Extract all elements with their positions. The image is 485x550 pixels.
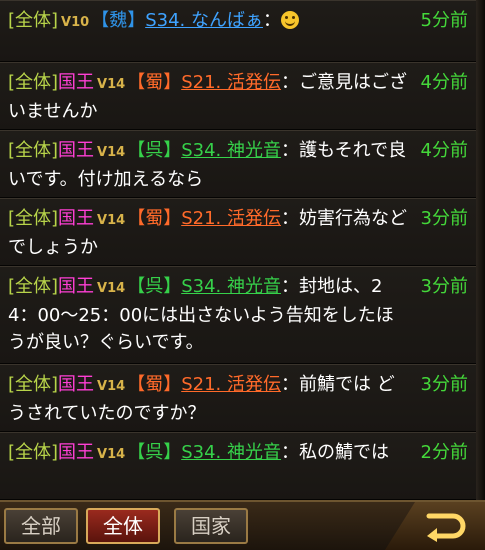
rank-tag: 国王 bbox=[58, 276, 95, 297]
message-body: [全体]国王 V14 【蜀】S21. 活発伝：前鯖では どうされていたのですか？ bbox=[8, 371, 468, 427]
vip-level: V14 bbox=[97, 77, 126, 92]
message-time: 4分前 bbox=[420, 140, 468, 161]
message-body: [全体]国王 V14 【呉】S34. 神光音：私の鯖では bbox=[8, 439, 468, 468]
smiley-icon bbox=[280, 11, 299, 29]
chat-message[interactable]: [全体]国王 V14 【呉】S34. 神光音：封地は、24：00～25：00には出さ… bbox=[0, 266, 476, 364]
message-body: [全体]国王 V14 【呉】S34. 神光音：封地は、24：00～25：00には出さ… bbox=[8, 273, 468, 356]
sender-name[interactable]: S34. 神光音 bbox=[181, 276, 281, 297]
rank-tag: 国王 bbox=[58, 72, 95, 93]
message-time: 3分前 bbox=[420, 276, 468, 297]
vip-level: V14 bbox=[97, 447, 126, 462]
kingdom-tag: 【呉】 bbox=[127, 442, 182, 463]
chat-message[interactable]: [全体]国王 V14 【蜀】S21. 活発伝：ご意見はございませんか 4分前 bbox=[0, 62, 476, 130]
kingdom-tag: 【蜀】 bbox=[127, 208, 182, 229]
sender-name[interactable]: S21. 活発伝 bbox=[181, 208, 281, 229]
rank-tag: 国王 bbox=[58, 208, 95, 229]
chat-message[interactable]: [全体]国王 V14 【蜀】S21. 活発伝：前鯖では どうされていたのですか？ 3… bbox=[0, 364, 476, 432]
message-time: 2分前 bbox=[420, 442, 468, 463]
message-body: [全体]国王 V14 【蜀】S21. 活発伝：ご意見はございませんか bbox=[8, 69, 468, 125]
channel-tag: [全体] bbox=[8, 72, 59, 93]
message-time: 4分前 bbox=[420, 72, 468, 93]
tab-nation[interactable]: 国家 bbox=[174, 508, 248, 544]
message-time: 5分前 bbox=[420, 10, 468, 31]
message-time: 3分前 bbox=[420, 208, 468, 229]
tab-all[interactable]: 全部 bbox=[4, 508, 78, 544]
vip-level: V14 bbox=[97, 379, 126, 394]
channel-tag: [全体] bbox=[8, 374, 59, 395]
vip-level: V10 bbox=[61, 15, 90, 30]
rank-tag: 国王 bbox=[58, 374, 95, 395]
return-arrow-icon bbox=[426, 513, 466, 542]
tab-world[interactable]: 全体 bbox=[86, 508, 160, 544]
scrollbar-track[interactable] bbox=[476, 0, 485, 500]
vip-level: V14 bbox=[97, 145, 126, 160]
chat-message[interactable]: [全体] V10 【魏】S34. なんばぁ： 5分前 bbox=[0, 0, 476, 62]
sender-name[interactable]: S21. 活発伝 bbox=[181, 374, 281, 395]
rank-tag: 国王 bbox=[58, 442, 95, 463]
channel-tag: [全体] bbox=[8, 276, 59, 297]
channel-tag: [全体] bbox=[8, 10, 59, 31]
rank-tag: 国王 bbox=[58, 140, 95, 161]
sender-name[interactable]: S34. なんばぁ bbox=[145, 10, 263, 31]
chat-message[interactable]: [全体]国王 V14 【呉】S34. 神光音：私の鯖では 2分前 bbox=[0, 432, 476, 500]
vip-level: V14 bbox=[97, 281, 126, 296]
message-body: [全体]国王 V14 【蜀】S21. 活発伝：妨害行為などでしょうか bbox=[8, 205, 468, 261]
channel-tag: [全体] bbox=[8, 140, 59, 161]
kingdom-tag: 【蜀】 bbox=[127, 72, 182, 93]
channel-tag: [全体] bbox=[8, 442, 59, 463]
sender-name[interactable]: S34. 神光音 bbox=[181, 140, 281, 161]
message-body: [全体] V10 【魏】S34. なんばぁ： bbox=[8, 7, 468, 36]
message-body: [全体]国王 V14 【呉】S34. 神光音：護もそれで良いです。付け加えるなら bbox=[8, 137, 468, 193]
kingdom-tag: 【魏】 bbox=[91, 10, 146, 31]
sender-name[interactable]: S34. 神光音 bbox=[181, 442, 281, 463]
back-button[interactable] bbox=[385, 502, 485, 550]
chat-message[interactable]: [全体]国王 V14 【呉】S34. 神光音：護もそれで良いです。付け加えるなら 4… bbox=[0, 130, 476, 198]
message-text: ：私の鯖では bbox=[280, 442, 389, 463]
kingdom-tag: 【呉】 bbox=[127, 140, 182, 161]
message-time: 3分前 bbox=[420, 374, 468, 395]
chat-message[interactable]: [全体]国王 V14 【蜀】S21. 活発伝：妨害行為などでしょうか 3分前 bbox=[0, 198, 476, 266]
kingdom-tag: 【呉】 bbox=[127, 276, 182, 297]
channel-tab-bar: 全部 全体 国家 bbox=[0, 500, 485, 550]
message-text: ： bbox=[262, 10, 281, 31]
vip-level: V14 bbox=[97, 213, 126, 228]
kingdom-tag: 【蜀】 bbox=[127, 374, 182, 395]
sender-name[interactable]: S21. 活発伝 bbox=[181, 72, 281, 93]
chat-log: [全体] V10 【魏】S34. なんばぁ： 5分前 [全体]国王 V14 【蜀】S21… bbox=[0, 0, 485, 500]
channel-tag: [全体] bbox=[8, 208, 59, 229]
